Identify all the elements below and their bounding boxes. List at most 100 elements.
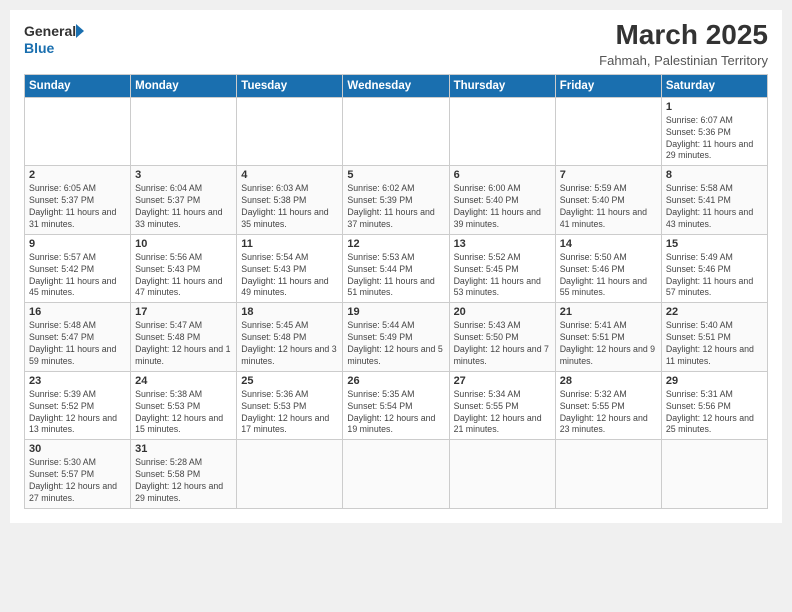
title-block: March 2025 Fahmah, Palestinian Territory: [599, 20, 768, 68]
calendar-cell: 11 Sunrise: 5:54 AM Sunset: 5:43 PM Dayli…: [237, 234, 343, 303]
day-info: Sunrise: 5:57 AM Sunset: 5:42 PM Dayligh…: [29, 252, 126, 300]
calendar-cell: [343, 97, 449, 166]
weekday-header-sunday: Sunday: [25, 74, 131, 97]
calendar-cell: [343, 440, 449, 509]
day-number: 2: [29, 169, 126, 181]
calendar-cell: 22Sunrise: 5:40 AM Sunset: 5:51 PM Dayli…: [661, 303, 767, 372]
header: General Blue March 2025 Fahmah, Palestin…: [24, 20, 768, 68]
day-info: Sunrise: 6:04 AM Sunset: 5:37 PM Dayligh…: [135, 183, 232, 231]
calendar-cell: [237, 97, 343, 166]
day-number: 8: [666, 169, 763, 181]
day-number: 1: [666, 101, 763, 113]
day-info: Sunrise: 5:48 AM Sunset: 5:47 PM Dayligh…: [29, 320, 126, 368]
day-number: 27: [454, 375, 551, 387]
calendar-table: SundayMondayTuesdayWednesdayThursdayFrid…: [24, 74, 768, 509]
day-info: Sunrise: 6:03 AM Sunset: 5:38 PM Dayligh…: [241, 183, 338, 231]
day-info: Sunrise: 5:59 AM Sunset: 5:40 PM Dayligh…: [560, 183, 657, 231]
calendar-week-2: 2 Sunrise: 6:05 AM Sunset: 5:37 PM Daylig…: [25, 166, 768, 235]
calendar-cell: 6 Sunrise: 6:00 AM Sunset: 5:40 PM Daylig…: [449, 166, 555, 235]
calendar-cell: 3Sunrise: 6:04 AM Sunset: 5:37 PM Daylig…: [131, 166, 237, 235]
day-info: Sunrise: 5:32 AM Sunset: 5:55 PM Dayligh…: [560, 389, 657, 437]
day-info: Sunrise: 5:44 AM Sunset: 5:49 PM Dayligh…: [347, 320, 444, 368]
day-number: 12: [347, 238, 444, 250]
day-number: 20: [454, 306, 551, 318]
calendar-cell: 4 Sunrise: 6:03 AM Sunset: 5:38 PM Daylig…: [237, 166, 343, 235]
calendar-cell: 15Sunrise: 5:49 AM Sunset: 5:46 PM Dayli…: [661, 234, 767, 303]
calendar-cell: [131, 97, 237, 166]
weekday-header-monday: Monday: [131, 74, 237, 97]
main-title: March 2025: [599, 20, 768, 51]
day-number: 16: [29, 306, 126, 318]
day-info: Sunrise: 5:41 AM Sunset: 5:51 PM Dayligh…: [560, 320, 657, 368]
generalblue-logo-icon: General Blue: [24, 20, 84, 58]
calendar-cell: 17 Sunrise: 5:47 AM Sunset: 5:48 PM Dayli…: [131, 303, 237, 372]
weekday-header-row: SundayMondayTuesdayWednesdayThursdayFrid…: [25, 74, 768, 97]
day-info: Sunrise: 5:45 AM Sunset: 5:48 PM Dayligh…: [241, 320, 338, 368]
calendar-cell: 13 Sunrise: 5:52 AM Sunset: 5:45 PM Dayli…: [449, 234, 555, 303]
calendar-cell: 28Sunrise: 5:32 AM Sunset: 5:55 PM Dayli…: [555, 371, 661, 440]
calendar-cell: 30 Sunrise: 5:30 AM Sunset: 5:57 PM Dayli…: [25, 440, 131, 509]
calendar-cell: 29Sunrise: 5:31 AM Sunset: 5:56 PM Dayli…: [661, 371, 767, 440]
day-info: Sunrise: 5:49 AM Sunset: 5:46 PM Dayligh…: [666, 252, 763, 300]
day-number: 6: [454, 169, 551, 181]
page: General Blue March 2025 Fahmah, Palestin…: [10, 10, 782, 523]
day-number: 14: [560, 238, 657, 250]
day-number: 4: [241, 169, 338, 181]
day-number: 18: [241, 306, 338, 318]
day-number: 13: [454, 238, 551, 250]
day-number: 24: [135, 375, 232, 387]
day-info: Sunrise: 5:38 AM Sunset: 5:53 PM Dayligh…: [135, 389, 232, 437]
calendar-cell: 1Sunrise: 6:07 AM Sunset: 5:36 PM Daylig…: [661, 97, 767, 166]
day-number: 5: [347, 169, 444, 181]
day-number: 31: [135, 443, 232, 455]
logo: General Blue: [24, 20, 84, 58]
calendar-cell: [555, 97, 661, 166]
calendar-cell: 14 Sunrise: 5:50 AM Sunset: 5:46 PM Dayli…: [555, 234, 661, 303]
day-info: Sunrise: 5:30 AM Sunset: 5:57 PM Dayligh…: [29, 457, 126, 505]
day-info: Sunrise: 5:56 AM Sunset: 5:43 PM Dayligh…: [135, 252, 232, 300]
calendar-cell: 25Sunrise: 5:36 AM Sunset: 5:53 PM Dayli…: [237, 371, 343, 440]
day-info: Sunrise: 5:28 AM Sunset: 5:58 PM Dayligh…: [135, 457, 232, 505]
day-number: 11: [241, 238, 338, 250]
day-number: 22: [666, 306, 763, 318]
calendar-cell: 10 Sunrise: 5:56 AM Sunset: 5:43 PM Dayli…: [131, 234, 237, 303]
calendar-cell: 27Sunrise: 5:34 AM Sunset: 5:55 PM Dayli…: [449, 371, 555, 440]
sub-title: Fahmah, Palestinian Territory: [599, 53, 768, 68]
day-number: 21: [560, 306, 657, 318]
day-number: 9: [29, 238, 126, 250]
day-number: 25: [241, 375, 338, 387]
calendar-cell: 23Sunrise: 5:39 AM Sunset: 5:52 PM Dayli…: [25, 371, 131, 440]
day-info: Sunrise: 5:50 AM Sunset: 5:46 PM Dayligh…: [560, 252, 657, 300]
calendar-cell: 9 Sunrise: 5:57 AM Sunset: 5:42 PM Daylig…: [25, 234, 131, 303]
day-info: Sunrise: 5:58 AM Sunset: 5:41 PM Dayligh…: [666, 183, 763, 231]
calendar-cell: 31 Sunrise: 5:28 AM Sunset: 5:58 PM Dayli…: [131, 440, 237, 509]
calendar-week-1: 1Sunrise: 6:07 AM Sunset: 5:36 PM Daylig…: [25, 97, 768, 166]
calendar-cell: 8 Sunrise: 5:58 AM Sunset: 5:41 PM Daylig…: [661, 166, 767, 235]
calendar-cell: 2 Sunrise: 6:05 AM Sunset: 5:37 PM Daylig…: [25, 166, 131, 235]
calendar-cell: 18 Sunrise: 5:45 AM Sunset: 5:48 PM Dayli…: [237, 303, 343, 372]
day-number: 10: [135, 238, 232, 250]
day-info: Sunrise: 5:47 AM Sunset: 5:48 PM Dayligh…: [135, 320, 232, 368]
calendar-week-5: 23Sunrise: 5:39 AM Sunset: 5:52 PM Dayli…: [25, 371, 768, 440]
calendar-cell: 12Sunrise: 5:53 AM Sunset: 5:44 PM Dayli…: [343, 234, 449, 303]
calendar-cell: 21 Sunrise: 5:41 AM Sunset: 5:51 PM Dayli…: [555, 303, 661, 372]
day-info: Sunrise: 6:00 AM Sunset: 5:40 PM Dayligh…: [454, 183, 551, 231]
calendar-cell: [449, 440, 555, 509]
calendar-cell: 19Sunrise: 5:44 AM Sunset: 5:49 PM Dayli…: [343, 303, 449, 372]
calendar-week-3: 9 Sunrise: 5:57 AM Sunset: 5:42 PM Daylig…: [25, 234, 768, 303]
weekday-header-thursday: Thursday: [449, 74, 555, 97]
weekday-header-friday: Friday: [555, 74, 661, 97]
day-number: 17: [135, 306, 232, 318]
calendar-cell: 5Sunrise: 6:02 AM Sunset: 5:39 PM Daylig…: [343, 166, 449, 235]
calendar-cell: 24 Sunrise: 5:38 AM Sunset: 5:53 PM Dayli…: [131, 371, 237, 440]
day-number: 30: [29, 443, 126, 455]
calendar-cell: [661, 440, 767, 509]
calendar-cell: [555, 440, 661, 509]
day-info: Sunrise: 6:05 AM Sunset: 5:37 PM Dayligh…: [29, 183, 126, 231]
day-number: 26: [347, 375, 444, 387]
day-number: 29: [666, 375, 763, 387]
calendar-cell: [237, 440, 343, 509]
day-info: Sunrise: 5:52 AM Sunset: 5:45 PM Dayligh…: [454, 252, 551, 300]
day-info: Sunrise: 5:35 AM Sunset: 5:54 PM Dayligh…: [347, 389, 444, 437]
day-info: Sunrise: 5:54 AM Sunset: 5:43 PM Dayligh…: [241, 252, 338, 300]
